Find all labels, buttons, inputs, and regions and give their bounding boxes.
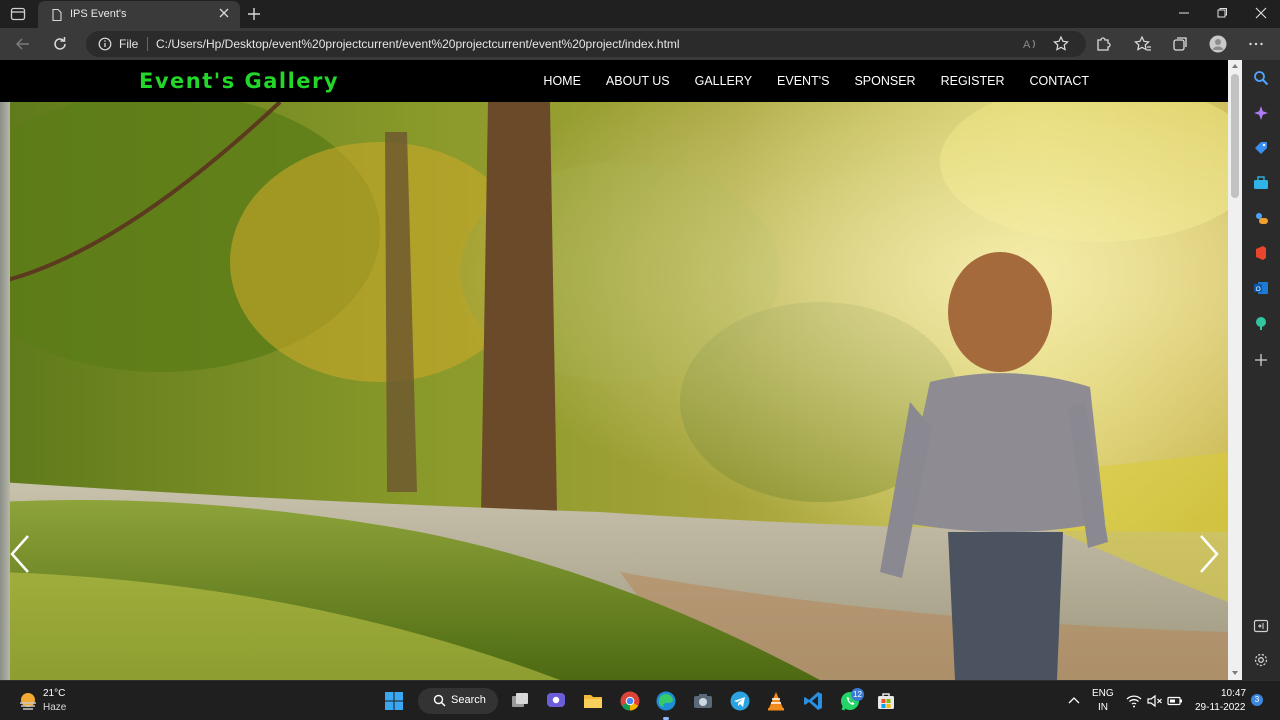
- telegram-icon[interactable]: [729, 690, 751, 712]
- hero-left-edge: [0, 102, 10, 680]
- info-icon[interactable]: [98, 37, 112, 51]
- settings-gear-icon[interactable]: [1253, 652, 1269, 668]
- windows-taskbar: 21°C Haze Search 12 ENG IN 10:47 29-11-2…: [0, 680, 1280, 720]
- address-bar[interactable]: File C:/Users/Hp/Desktop/event%20project…: [86, 31, 1086, 57]
- nav-register[interactable]: REGISTER: [941, 74, 1005, 88]
- browser-toolbar: File C:/Users/Hp/Desktop/event%20project…: [0, 28, 1280, 60]
- weather-haze-icon[interactable]: [17, 690, 39, 712]
- notification-badge[interactable]: 3: [1251, 694, 1263, 706]
- weather-temperature: 21°C: [43, 688, 66, 699]
- browser-tab[interactable]: IPS Event's: [38, 1, 240, 28]
- add-favorite-icon[interactable]: [1052, 35, 1070, 53]
- scroll-up-icon[interactable]: [1231, 62, 1239, 70]
- taskbar-search-icon: [433, 694, 446, 707]
- slider-prev-icon[interactable]: [8, 533, 34, 575]
- svg-text:O: O: [1256, 286, 1261, 293]
- start-windows-icon[interactable]: [383, 690, 405, 712]
- vlc-icon[interactable]: [765, 690, 787, 712]
- address-divider: [147, 37, 148, 51]
- site-brand[interactable]: Event's Gallery: [139, 69, 339, 93]
- scrollbar-thumb[interactable]: [1231, 74, 1239, 198]
- clock-time[interactable]: 10:47: [1221, 688, 1246, 699]
- weather-condition: Haze: [43, 702, 67, 713]
- battery-icon[interactable]: [1166, 692, 1184, 710]
- tab-actions-icon[interactable]: [10, 6, 26, 22]
- taskbar-search[interactable]: Search: [418, 688, 498, 714]
- hide-sidebar-icon[interactable]: [1253, 618, 1269, 634]
- tray-chevron-up-icon[interactable]: [1065, 692, 1083, 710]
- volume-muted-icon[interactable]: [1146, 692, 1164, 710]
- taskbar-search-label: Search: [451, 694, 486, 706]
- nav-gallery[interactable]: GALLERY: [695, 74, 752, 88]
- slider-next-icon[interactable]: [1195, 533, 1221, 575]
- close-window-icon[interactable]: [1254, 6, 1268, 20]
- clock-date[interactable]: 29-11-2022: [1195, 702, 1245, 713]
- scheme-label: File: [119, 37, 139, 51]
- edge-browser-icon[interactable]: [655, 690, 677, 712]
- language-code[interactable]: ENG: [1092, 688, 1114, 699]
- wifi-icon[interactable]: [1125, 692, 1143, 710]
- task-view-icon[interactable]: [509, 690, 531, 712]
- profile-avatar-icon[interactable]: [1209, 35, 1227, 53]
- language-region[interactable]: IN: [1098, 702, 1108, 713]
- minimize-icon[interactable]: [1177, 6, 1191, 20]
- nav-events[interactable]: EVENT'S: [777, 74, 829, 88]
- nav-about-us[interactable]: ABOUT US: [606, 74, 670, 88]
- outlook-icon[interactable]: O: [1253, 280, 1269, 296]
- page-icon: [52, 8, 62, 22]
- chrome-icon[interactable]: [619, 690, 641, 712]
- store-icon[interactable]: [875, 690, 897, 712]
- refresh-icon[interactable]: [51, 35, 69, 53]
- add-sidebar-app-icon[interactable]: [1253, 352, 1269, 368]
- shopping-tag-icon[interactable]: [1253, 140, 1269, 156]
- search-icon[interactable]: [1253, 70, 1269, 86]
- hero-slide-image: [0, 102, 1228, 680]
- tab-title: IPS Event's: [70, 8, 127, 20]
- collections-icon[interactable]: [1171, 35, 1189, 53]
- maximize-icon[interactable]: [1215, 6, 1229, 20]
- whatsapp-badge: 12: [851, 688, 864, 701]
- discover-icon[interactable]: [1253, 105, 1269, 121]
- nav-sponser[interactable]: SPONSER: [854, 74, 915, 88]
- page-scrollbar[interactable]: [1228, 60, 1242, 680]
- vscode-icon[interactable]: [802, 690, 824, 712]
- tools-icon[interactable]: [1253, 175, 1269, 191]
- close-tab-icon[interactable]: [218, 7, 230, 19]
- web-page: Event's Gallery HOME ABOUT US GALLERY EV…: [0, 60, 1228, 680]
- games-icon[interactable]: [1253, 210, 1269, 226]
- office-icon[interactable]: [1253, 245, 1269, 261]
- browser-title-bar: IPS Event's: [0, 0, 1280, 28]
- scroll-down-icon[interactable]: [1231, 669, 1239, 677]
- new-tab-icon[interactable]: [246, 6, 262, 22]
- teams-chat-icon[interactable]: [545, 690, 567, 712]
- nav-contact[interactable]: CONTACT: [1030, 74, 1090, 88]
- nav-home[interactable]: HOME: [543, 74, 581, 88]
- edge-sidebar: O: [1242, 60, 1280, 680]
- url-text[interactable]: C:/Users/Hp/Desktop/event%20projectcurre…: [156, 37, 680, 51]
- site-menu: HOME ABOUT US GALLERY EVENT'S SPONSER RE…: [543, 60, 1089, 102]
- drop-icon[interactable]: [1253, 315, 1269, 331]
- favorites-icon[interactable]: [1134, 35, 1152, 53]
- read-aloud-icon[interactable]: A: [1022, 35, 1040, 53]
- extensions-icon[interactable]: [1094, 35, 1112, 53]
- site-navbar: Event's Gallery HOME ABOUT US GALLERY EV…: [0, 60, 1228, 102]
- camera-icon[interactable]: [692, 690, 714, 712]
- file-explorer-icon[interactable]: [582, 690, 604, 712]
- svg-text:A: A: [1023, 39, 1031, 51]
- more-menu-icon[interactable]: [1247, 35, 1265, 53]
- back-icon[interactable]: [14, 35, 32, 53]
